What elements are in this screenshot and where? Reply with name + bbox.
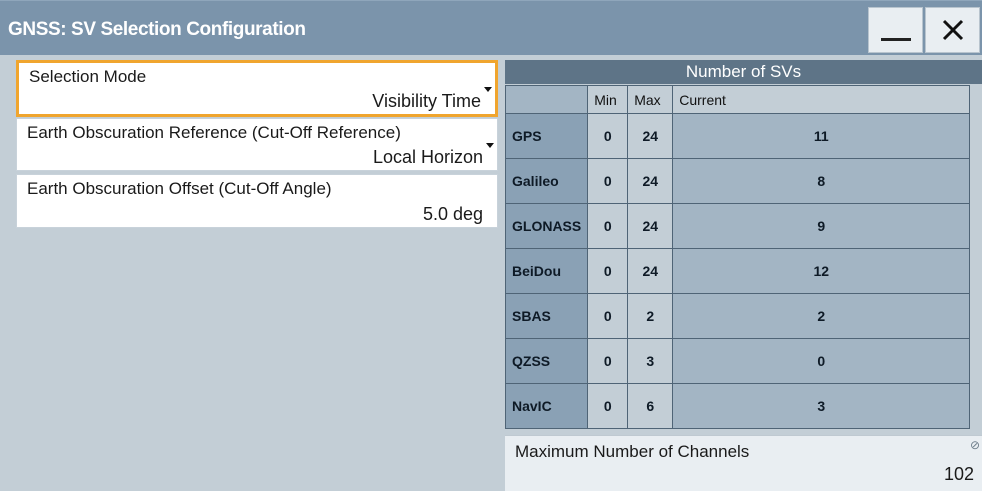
table-row: GLONASS 0 24 9 (504, 203, 971, 249)
table-row: NavIC 0 6 3 (504, 383, 971, 429)
max-cell[interactable]: 24 (627, 248, 674, 294)
table-row: QZSS 0 3 0 (504, 338, 971, 384)
current-cell[interactable]: 9 (672, 203, 971, 249)
current-cell[interactable]: 3 (672, 383, 971, 429)
min-cell[interactable]: 0 (587, 203, 629, 249)
current-cell[interactable]: 8 (672, 158, 971, 204)
edit-pencil-icon: ⊘ (969, 438, 980, 452)
close-icon (942, 19, 963, 41)
table-scrollbar[interactable] (975, 85, 982, 433)
current-cell[interactable]: 11 (672, 113, 971, 159)
current-cell[interactable]: 0 (672, 338, 971, 384)
table-row: Galileo 0 24 8 (504, 158, 971, 204)
max-channels-field[interactable]: Maximum Number of Channels ⊘ 102 (505, 435, 982, 491)
chevron-down-icon (486, 143, 494, 148)
system-cell: GPS (504, 113, 589, 159)
window-title: GNSS: SV Selection Configuration (8, 19, 306, 40)
cutoff-reference-label: Earth Obscuration Reference (Cut-Off Ref… (27, 123, 401, 142)
min-column-header: Min (587, 85, 629, 114)
max-cell[interactable]: 3 (627, 338, 674, 384)
close-button[interactable] (925, 7, 980, 53)
sv-table-header-row: Min Max Current (504, 85, 971, 114)
sv-table-corner (504, 85, 589, 114)
max-cell[interactable]: 6 (627, 383, 674, 429)
selection-mode-dropdown[interactable]: Selection Mode Visibility Time (16, 60, 498, 117)
current-cell[interactable]: 2 (672, 293, 971, 339)
current-column-header: Current (672, 85, 971, 114)
chevron-down-icon (484, 87, 492, 92)
system-cell: BeiDou (504, 248, 589, 294)
cutoff-reference-value: Local Horizon (372, 147, 483, 167)
min-cell[interactable]: 0 (587, 248, 629, 294)
min-cell[interactable]: 0 (587, 293, 629, 339)
min-cell[interactable]: 0 (587, 113, 629, 159)
max-channels-label: Maximum Number of Channels (515, 442, 750, 461)
table-row: GPS 0 24 11 (504, 113, 971, 159)
minimize-button[interactable] (868, 7, 923, 53)
max-cell[interactable]: 24 (627, 113, 674, 159)
system-cell: QZSS (504, 338, 589, 384)
cutoff-angle-field[interactable]: Earth Obscuration Offset (Cut-Off Angle)… (16, 174, 498, 228)
title-bar: GNSS: SV Selection Configuration (0, 0, 982, 55)
selection-mode-label: Selection Mode (29, 67, 147, 86)
sv-table-title: Number of SVs (505, 60, 982, 84)
cutoff-angle-value: 5.0 deg (422, 204, 483, 224)
system-cell: NavIC (504, 383, 589, 429)
max-cell[interactable]: 24 (627, 158, 674, 204)
system-cell: GLONASS (504, 203, 589, 249)
max-cell[interactable]: 2 (627, 293, 674, 339)
cutoff-angle-label: Earth Obscuration Offset (Cut-Off Angle) (27, 179, 332, 198)
min-cell[interactable]: 0 (587, 158, 629, 204)
sv-table: Min Max Current GPS 0 24 11 Galileo 0 24… (504, 85, 971, 429)
max-cell[interactable]: 24 (627, 203, 674, 249)
system-cell: Galileo (504, 158, 589, 204)
table-row: BeiDou 0 24 12 (504, 248, 971, 294)
max-channels-value: 102 (943, 464, 974, 484)
cutoff-reference-dropdown[interactable]: Earth Obscuration Reference (Cut-Off Ref… (16, 118, 498, 171)
minimize-icon (880, 37, 911, 41)
system-cell: SBAS (504, 293, 589, 339)
table-row: SBAS 0 2 2 (504, 293, 971, 339)
selection-mode-value: Visibility Time (372, 91, 481, 111)
max-column-header: Max (627, 85, 674, 114)
current-cell[interactable]: 12 (672, 248, 971, 294)
min-cell[interactable]: 0 (587, 338, 629, 384)
min-cell[interactable]: 0 (587, 383, 629, 429)
